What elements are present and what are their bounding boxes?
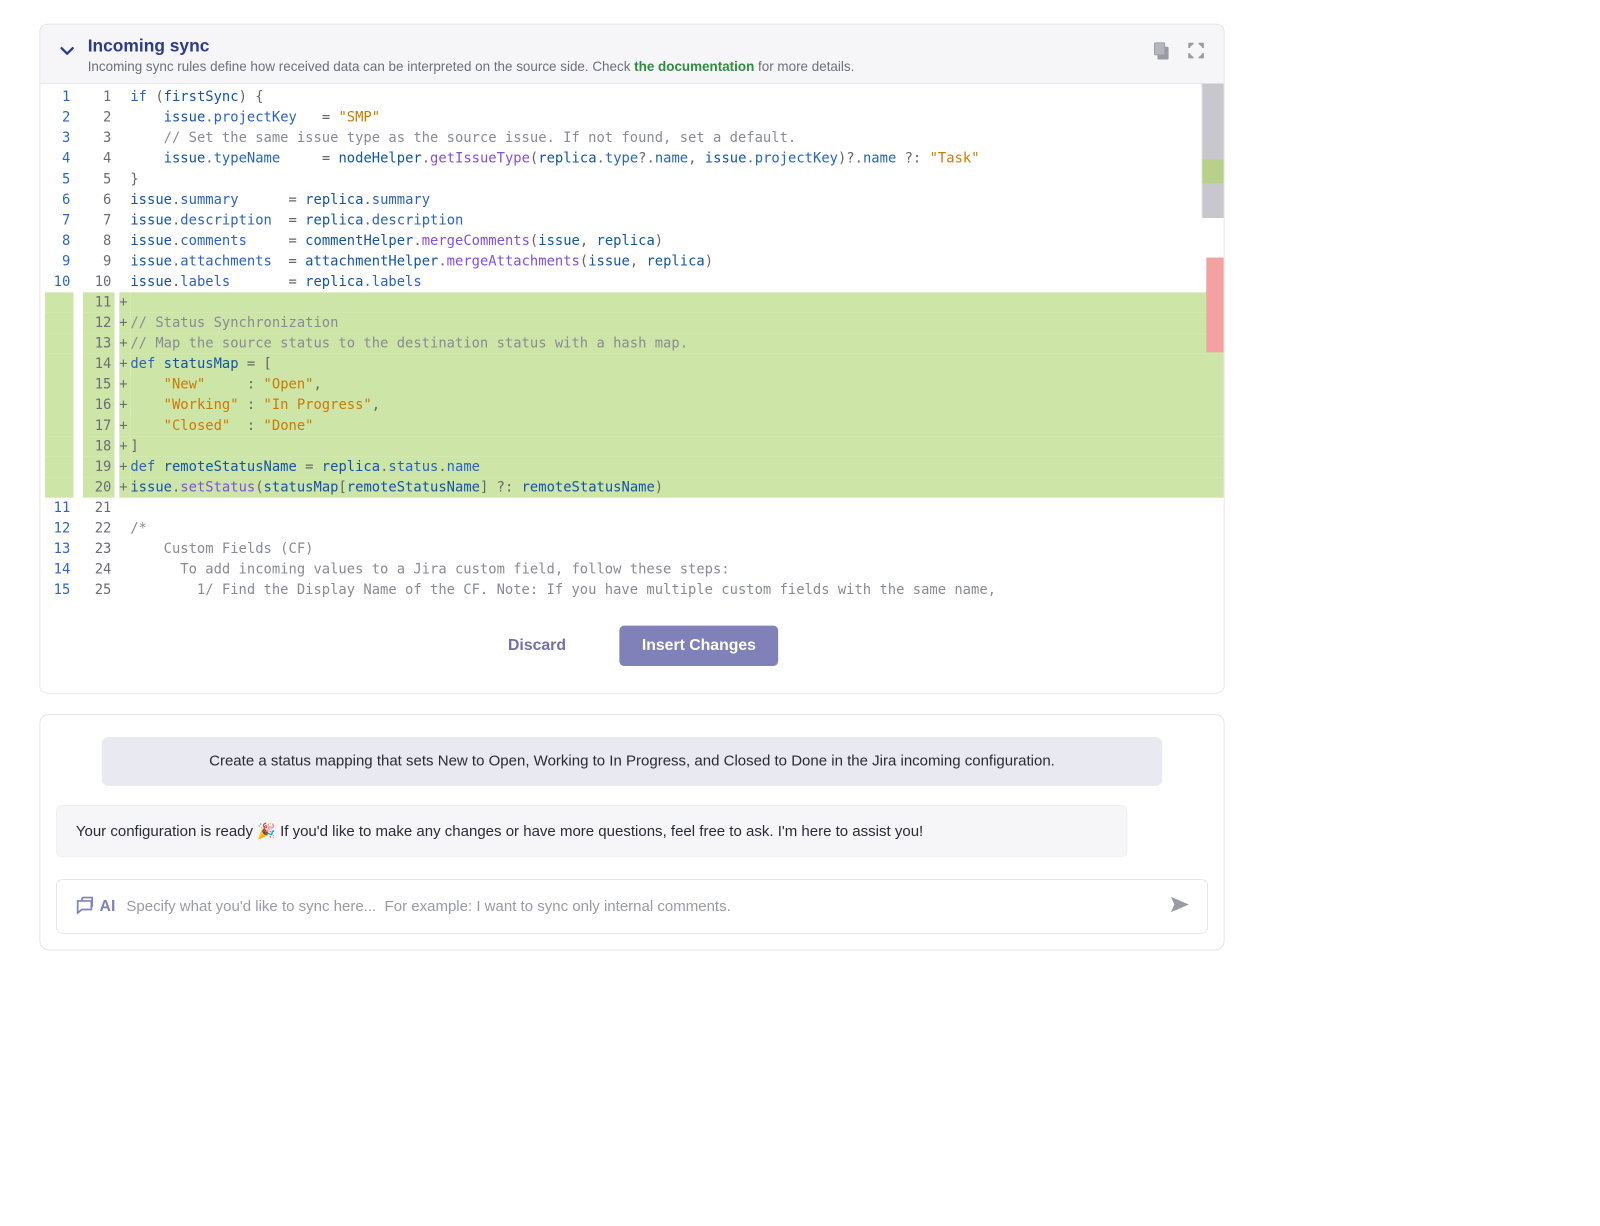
copy-icon: [1151, 40, 1172, 61]
ai-message: Your configuration is ready 🎉 If you'd l…: [56, 805, 1127, 857]
chat-input[interactable]: [126, 898, 1158, 915]
incoming-sync-panel: Incoming sync Incoming sync rules define…: [40, 24, 1225, 694]
code-editor[interactable]: 12345678910 1112131415 12345678910111213…: [40, 83, 1223, 604]
diff-overview-removed: [1206, 258, 1223, 353]
panel-title: Incoming sync: [88, 36, 1151, 57]
old-line-gutter: 12345678910 1112131415: [40, 84, 78, 604]
chevron-down-icon: [58, 42, 77, 61]
chat-icon: [74, 897, 95, 918]
panel-subtitle: Incoming sync rules define how received …: [88, 60, 1151, 76]
expand-icon: [1186, 40, 1207, 61]
code-content[interactable]: if (firstSync) { issue.projectKey = "SMP…: [130, 84, 1223, 604]
subtitle-post: for more details.: [754, 60, 854, 75]
fullscreen-button[interactable]: [1186, 40, 1207, 64]
doc-link[interactable]: the documentation: [634, 60, 754, 75]
ai-chat-panel: Create a status mapping that sets New to…: [40, 714, 1225, 950]
copy-button[interactable]: [1151, 40, 1172, 64]
send-button[interactable]: [1169, 895, 1190, 919]
user-message: Create a status mapping that sets New to…: [102, 737, 1162, 786]
new-line-gutter: 1234567891011121314151617181920212223242…: [78, 84, 119, 604]
diff-marker-gutter: ++++++++++: [119, 84, 130, 604]
ai-badge: AI: [74, 897, 115, 918]
subtitle-pre: Incoming sync rules define how received …: [88, 60, 634, 75]
send-icon: [1169, 895, 1190, 916]
minimap-scrollbar[interactable]: [1202, 84, 1224, 218]
collapse-toggle[interactable]: [58, 42, 77, 65]
insert-changes-button[interactable]: Insert Changes: [620, 626, 778, 666]
discard-button[interactable]: Discard: [486, 626, 588, 666]
chat-input-row: AI: [56, 880, 1208, 935]
